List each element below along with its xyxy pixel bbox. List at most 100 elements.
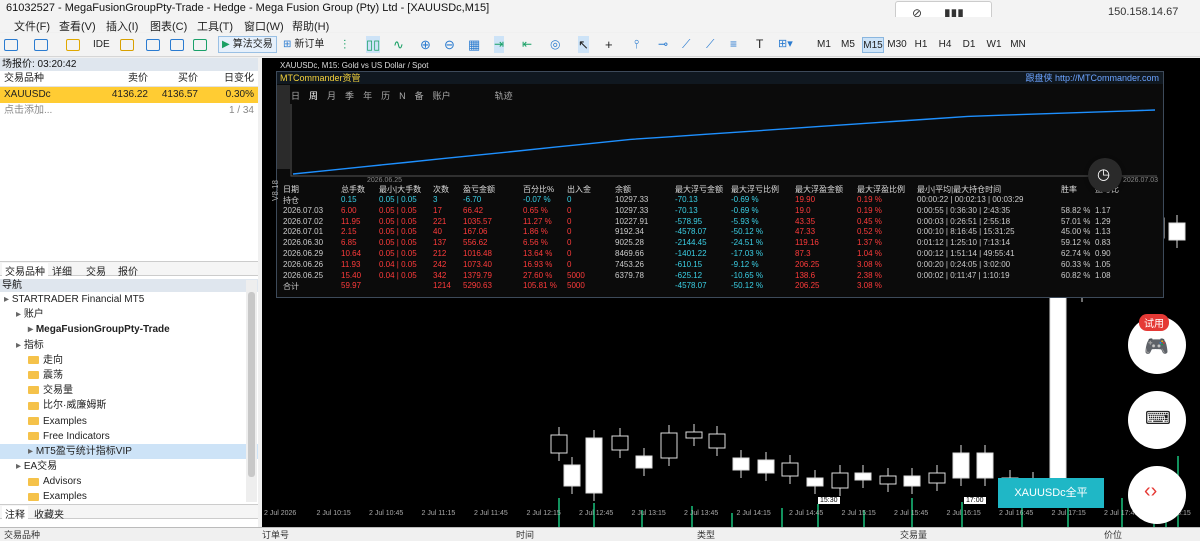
zoom-in-icon[interactable]: ⊕ [420, 36, 431, 53]
menu-chart[interactable]: 图表(C) [150, 18, 187, 34]
tf-m1[interactable]: M1 [814, 37, 834, 53]
grid-icon[interactable]: ▦ [468, 36, 480, 53]
gamepad-button[interactable]: 试用 🎮 [1128, 314, 1186, 374]
fibonacci-icon[interactable]: ≡ [730, 36, 737, 53]
tf-h1[interactable]: H1 [911, 37, 931, 53]
nav-item[interactable]: ▸ 指标 [0, 338, 258, 353]
zoom-out-icon[interactable]: ⊖ [444, 36, 455, 53]
tab-details[interactable]: 详细 [52, 263, 72, 278]
mtc-filter[interactable]: 账户 [433, 91, 451, 101]
menu-insert[interactable]: 插入(I) [106, 18, 138, 34]
signal-broadcast-icon[interactable] [146, 36, 160, 53]
cloud-icon[interactable] [170, 36, 184, 53]
nav-item[interactable]: ▸ MegaFusionGroupPty-Trade [0, 322, 258, 337]
shapes-icon[interactable]: ⊞▾ [778, 36, 793, 53]
candle-chart-icon[interactable]: ▯▯ [366, 36, 381, 53]
tab-ticks[interactable]: 报价 [118, 263, 138, 278]
vertical-line-icon[interactable]: ⫯ [634, 36, 639, 53]
nav-item[interactable]: ▸ EA交易 [0, 459, 258, 474]
nav-item[interactable]: Free Indicators [0, 429, 258, 444]
nav-item[interactable]: Advisors [0, 474, 258, 489]
crosshair-icon[interactable]: + [605, 36, 613, 53]
keyboard-button[interactable]: ⌨ [1128, 391, 1186, 449]
horizontal-line-icon[interactable]: ⊸ [658, 36, 668, 53]
mtc-filter[interactable]: 周 [309, 91, 318, 101]
nav-item[interactable]: ▸ 账户 [0, 307, 258, 322]
col-type[interactable]: 类型 [697, 528, 715, 541]
nav-item[interactable]: ▸ STARTRADER Financial MT5 [0, 292, 258, 307]
tab-symbols[interactable]: 交易品种 [2, 263, 48, 278]
col-ask[interactable]: 买价 [158, 71, 198, 87]
nav-item[interactable]: 走向 [0, 353, 258, 368]
mtc-filter[interactable]: 轨迹 [495, 91, 513, 101]
mtc-filter[interactable]: 月 [327, 91, 336, 101]
menu-tools[interactable]: 工具(T) [197, 18, 233, 34]
mtc-filter[interactable]: 历 [381, 91, 390, 101]
nav-item[interactable]: 比尔·威廉姆斯 [0, 398, 258, 413]
col-change[interactable]: 日变化 [210, 71, 254, 87]
menu-file[interactable]: 文件(F) [14, 18, 50, 34]
menu-view[interactable]: 查看(V) [59, 18, 96, 34]
stats-cell: 0:00:03 | 0:26:51 | 2:55:18 [917, 216, 1011, 226]
menu-window[interactable]: 窗口(W) [244, 18, 284, 34]
bar-chart-icon[interactable]: ⫶ [343, 36, 346, 53]
text-tool-icon[interactable]: T [756, 36, 763, 53]
chart-shift-icon[interactable]: ⇤ [522, 36, 532, 53]
menu-help[interactable]: 帮助(H) [292, 18, 329, 34]
stats-cell: 5000 [567, 281, 585, 291]
ide-button[interactable]: IDE [93, 36, 110, 53]
window-title: 61032527 - MegaFusionGroupPty-Trade - He… [6, 2, 490, 14]
lock-icon[interactable] [120, 36, 134, 53]
tf-d1[interactable]: D1 [959, 37, 979, 53]
nav-item[interactable]: 交易量 [0, 383, 258, 398]
chart-type-icon[interactable] [4, 36, 18, 53]
trendline-icon[interactable]: ⟋ [682, 36, 690, 53]
col-volume[interactable]: 交易量 [900, 528, 927, 541]
col-time[interactable]: 时间 [516, 528, 534, 541]
line-chart-icon[interactable]: ∿ [393, 36, 404, 53]
mtc-filter[interactable]: 年 [363, 91, 372, 101]
mtc-filter[interactable]: 日 [291, 91, 300, 101]
tf-mn[interactable]: MN [1008, 37, 1028, 53]
mtcommander-panel: XAUUSDc, M15: Gold vs US Dollar / Spot M… [276, 61, 1164, 298]
close-all-button[interactable]: XAUUSDc全平 [998, 478, 1104, 508]
tf-h4[interactable]: H4 [935, 37, 955, 53]
col-bid[interactable]: 卖价 [108, 71, 148, 87]
add-symbol-row[interactable]: 点击添加... 1 / 34 [0, 103, 258, 119]
screenshot-icon[interactable]: ◎ [550, 36, 560, 53]
chart-area[interactable]: XAUUSDc, M15: Gold vs US Dollar / Spot M… [262, 58, 1200, 527]
autoscroll-icon[interactable]: ⇥ [494, 36, 505, 53]
algo-trading-button[interactable]: ▶ 算法交易 [218, 36, 277, 53]
nav-item[interactable]: 震荡 [0, 368, 258, 383]
col-price[interactable]: 价位 [1104, 528, 1122, 541]
mtc-filter[interactable]: 季 [345, 91, 354, 101]
nav-item[interactable]: Examples [0, 414, 258, 429]
templates-icon[interactable] [34, 36, 48, 53]
tab-comments[interactable]: 注释 [2, 506, 28, 521]
cursor-icon[interactable]: ↖ [578, 36, 589, 53]
tab-trading[interactable]: 交易 [86, 263, 106, 278]
channel-icon[interactable]: ⟋ [706, 36, 714, 53]
tf-m15[interactable]: M15 [862, 37, 884, 53]
tf-w1[interactable]: W1 [984, 37, 1004, 53]
nav-item-label: 走向 [43, 354, 63, 366]
navigator-scrollbar[interactable] [246, 280, 257, 502]
mtc-filter[interactable]: 备 [415, 91, 424, 101]
mtc-link[interactable]: 跟盘侠 http://MTCommander.com [1025, 72, 1159, 84]
scrollbar-thumb[interactable] [248, 292, 255, 477]
col-symbol[interactable]: 交易品种 [4, 71, 44, 87]
tf-m5[interactable]: M5 [838, 37, 858, 53]
new-order-button[interactable]: ⊞ 新订单 [283, 36, 324, 53]
nav-item[interactable]: ▸ MT5盈亏统计指标VIP [0, 443, 258, 460]
col-ticket[interactable]: 订单号 [262, 528, 289, 541]
col-symbol[interactable]: 交易品种 [4, 528, 40, 541]
tf-m30[interactable]: M30 [886, 37, 908, 53]
quote-row[interactable]: XAUUSDc 4136.22 4136.57 0.30% [0, 87, 258, 103]
market-watch-icon[interactable] [66, 36, 80, 53]
mtc-filter[interactable]: N [399, 91, 406, 101]
code-button[interactable]: ‹› [1128, 466, 1186, 524]
tab-favorites[interactable]: 收藏夹 [34, 506, 64, 521]
vps-icon[interactable] [193, 36, 207, 53]
timer-button[interactable]: ◷ [1088, 158, 1122, 192]
nav-item[interactable]: Examples [0, 489, 258, 504]
